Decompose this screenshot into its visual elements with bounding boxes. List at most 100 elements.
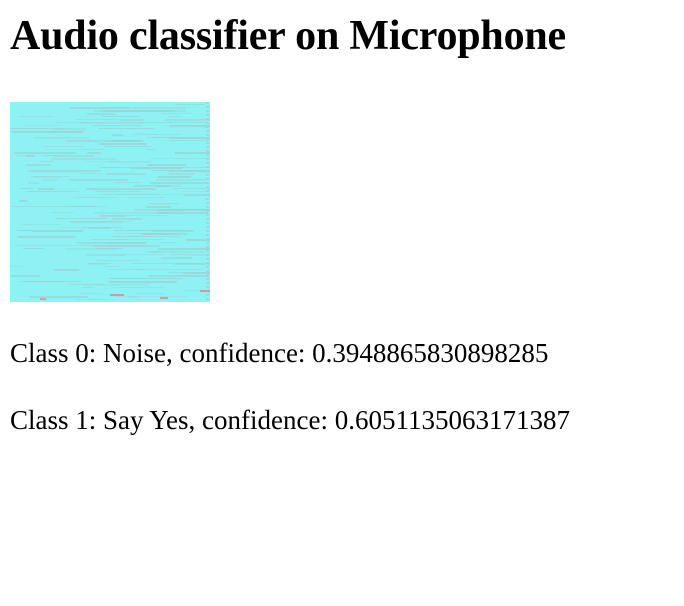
spectrogram-edge xyxy=(206,206,209,208)
spectrogram-streak xyxy=(160,257,193,259)
spectrogram-streak xyxy=(106,173,146,175)
spectrogram-edge xyxy=(206,110,209,112)
spectrogram-edge xyxy=(206,278,209,280)
spectrogram-streak xyxy=(126,197,165,198)
spectrogram-streak xyxy=(90,239,129,240)
spectrogram-edge xyxy=(206,270,209,272)
spectrogram-edge xyxy=(206,234,209,236)
spectrogram-edge xyxy=(206,142,209,144)
spectrogram-streak xyxy=(52,128,87,130)
spectrogram-streak xyxy=(13,131,85,132)
spectrogram-streak xyxy=(18,236,76,238)
spectrogram-edge xyxy=(206,230,209,232)
spectrogram-streak xyxy=(95,248,124,249)
spectrogram-streak xyxy=(33,137,90,139)
spectrogram-edge xyxy=(206,214,209,216)
spectrogram-streak xyxy=(98,128,155,129)
spectrogram-streak xyxy=(114,296,188,297)
spectrogram-streak xyxy=(132,263,200,264)
spectrogram-edge xyxy=(206,170,209,172)
spectrogram-streak xyxy=(14,152,76,154)
spectrogram-streak xyxy=(109,254,164,255)
spectrogram-streak xyxy=(165,209,185,211)
spectrogram-streak xyxy=(174,152,210,154)
spectrogram-streak xyxy=(94,212,158,214)
spectrogram-hot-spot xyxy=(110,294,124,296)
spectrogram-edge xyxy=(206,226,209,228)
spectrogram-streak xyxy=(96,260,140,261)
spectrogram-streak xyxy=(103,146,152,147)
spectrogram-streak xyxy=(113,110,186,112)
spectrogram-streak xyxy=(84,161,115,162)
spectrogram-streak xyxy=(167,140,210,141)
spectrogram-streak xyxy=(99,143,147,145)
spectrogram-streak xyxy=(138,134,182,135)
spectrogram-streak xyxy=(66,140,144,142)
spectrogram-edge xyxy=(206,218,209,220)
spectrogram-streak xyxy=(158,248,210,250)
spectrogram-streak xyxy=(134,209,163,211)
spectrogram-streak xyxy=(75,119,114,120)
spectrogram-edge xyxy=(206,118,209,120)
spectrogram-edge xyxy=(206,138,209,140)
spectrogram-streak xyxy=(88,263,106,265)
spectrogram-streak xyxy=(87,152,101,154)
spectrogram-edge xyxy=(206,202,209,204)
spectrogram-streak xyxy=(20,188,34,189)
spectrogram-streak xyxy=(110,161,152,163)
spectrogram-streak xyxy=(40,161,55,162)
spectrogram-streak xyxy=(19,224,61,225)
spectrogram-streak xyxy=(82,245,135,246)
spectrogram-streak xyxy=(80,122,145,124)
spectrogram-streak xyxy=(101,116,140,117)
spectrogram-streak xyxy=(168,116,181,117)
spectrogram-edge xyxy=(206,198,209,200)
spectrogram-streak xyxy=(31,230,84,232)
spectrogram-streak xyxy=(114,182,141,183)
spectrogram-edge xyxy=(206,182,209,184)
spectrogram-edge xyxy=(206,274,209,276)
spectrogram-edge xyxy=(206,194,209,196)
spectrogram-streak xyxy=(148,251,204,253)
spectrogram-streak xyxy=(26,191,79,192)
spectrogram-streak xyxy=(112,236,151,237)
spectrogram-streak xyxy=(80,293,102,294)
spectrogram-edge xyxy=(206,262,209,264)
spectrogram-streak xyxy=(54,269,80,271)
spectrogram-streak xyxy=(33,176,70,177)
spectrogram-edge xyxy=(206,282,209,284)
spectrogram-streak xyxy=(145,206,172,208)
spectrogram-streak xyxy=(53,155,94,157)
spectrogram-streak xyxy=(88,227,111,229)
spectrogram-streak xyxy=(147,164,187,166)
spectrogram-streak xyxy=(168,170,210,172)
spectrogram-streak xyxy=(136,293,165,294)
class-0-result: Class 0: Noise, confidence: 0.3948865830… xyxy=(10,338,549,368)
class-1-result: Class 1: Say Yes, confidence: 0.60511350… xyxy=(10,405,570,435)
spectrogram-streak xyxy=(19,116,54,117)
spectrogram-streak xyxy=(151,170,175,171)
spectrogram-streak xyxy=(154,185,171,187)
spectrogram-edge xyxy=(206,130,209,132)
spectrogram-streak xyxy=(165,119,210,121)
spectrogram-streak xyxy=(87,113,116,115)
spectrogram-edge xyxy=(206,254,209,256)
spectrogram-edge xyxy=(206,242,209,244)
spectrogram-streak xyxy=(69,179,128,181)
spectrogram-edge xyxy=(206,134,209,136)
spectrogram-streak xyxy=(67,206,108,207)
spectrogram-streak xyxy=(148,203,179,204)
spectrogram-edge xyxy=(206,158,209,160)
spectrogram-streak xyxy=(23,248,44,249)
spectrogram-streak xyxy=(168,137,205,138)
spectrogram-hot-spot xyxy=(200,290,210,292)
spectrogram-streak xyxy=(156,212,179,213)
spectrogram-streak xyxy=(86,188,156,190)
spectrogram-streak xyxy=(92,125,142,126)
spectrogram-edge xyxy=(206,238,209,240)
spectrogram-streak xyxy=(102,266,120,267)
spectrogram-streak xyxy=(130,245,154,246)
spectrogram-streak xyxy=(109,278,183,279)
spectrogram-streak xyxy=(25,155,34,157)
spectrogram-streak xyxy=(162,167,210,168)
